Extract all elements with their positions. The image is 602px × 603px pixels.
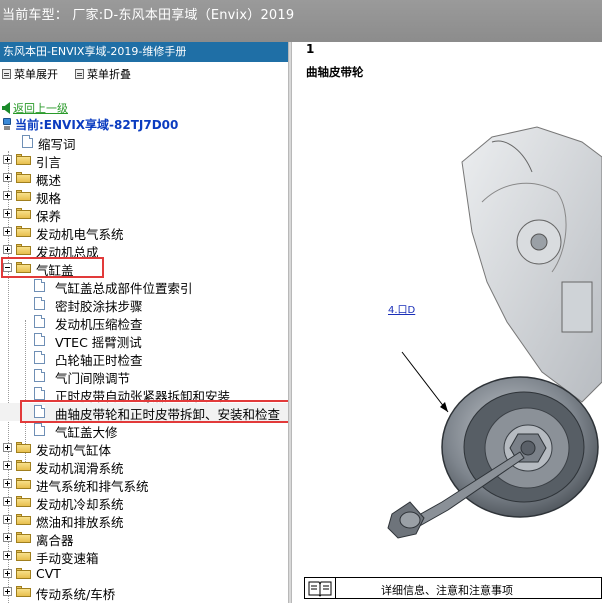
- expand-menu-button[interactable]: 菜单展开: [2, 66, 58, 82]
- folder-icon: [16, 586, 31, 597]
- highlight-box: [1, 257, 104, 278]
- highlight-box: [20, 400, 288, 423]
- document-icon: [34, 369, 45, 382]
- expand-menu-label: 菜单展开: [14, 68, 58, 81]
- document-icon: [34, 297, 45, 310]
- illustration-caption: 曲轴皮带轮: [306, 65, 364, 79]
- tree-item-label: CVT: [36, 566, 61, 581]
- folder-icon: [16, 172, 31, 183]
- collapse-menu-label: 菜单折叠: [87, 68, 131, 81]
- tree-item-cooling[interactable]: 发动机冷却系统: [0, 493, 288, 512]
- current-node-label: 当前:ENVIX享域-82TJ7D00: [15, 118, 179, 132]
- folder-icon: [16, 496, 31, 507]
- back-link[interactable]: 返回上一级: [2, 100, 68, 116]
- expand-toggle[interactable]: [3, 515, 12, 524]
- expand-toggle[interactable]: [3, 569, 12, 578]
- computer-icon: [2, 118, 12, 131]
- folder-icon: [16, 514, 31, 525]
- expand-toggle[interactable]: [3, 551, 12, 560]
- document-icon: [34, 279, 45, 292]
- expand-toggle[interactable]: [3, 461, 12, 470]
- expand-toggle[interactable]: [3, 227, 12, 236]
- document-icon: [34, 387, 45, 400]
- menu-icon: [75, 69, 84, 79]
- document-icon: [34, 333, 45, 346]
- expand-toggle[interactable]: [3, 245, 12, 254]
- tree-item-driveline[interactable]: 传动系统/车桥: [0, 583, 288, 602]
- expand-toggle[interactable]: [3, 191, 12, 200]
- folder-icon: [16, 154, 31, 165]
- content-pane: 1 曲轴皮带轮 4.口D 详细信息、注意和注意事项: [292, 42, 602, 603]
- tree-item-intake-exhaust[interactable]: 进气系统和排气系统: [0, 475, 288, 494]
- document-icon: [22, 135, 33, 148]
- folder-icon: [16, 478, 31, 489]
- expand-toggle[interactable]: [3, 443, 12, 452]
- tree-item-overview[interactable]: 概述: [0, 169, 288, 188]
- tree-item-cylinder-head-component-index[interactable]: 气缸盖总成部件位置索引: [0, 277, 288, 296]
- tree-item-camshaft-timing[interactable]: 凸轮轴正时检查: [0, 349, 288, 368]
- tree-item-cvt[interactable]: CVT: [0, 565, 288, 583]
- folder-icon: [16, 190, 31, 201]
- expand-toggle[interactable]: [3, 587, 12, 596]
- tree-item-vtec-rocker-test[interactable]: VTEC 摇臂测试: [0, 331, 288, 350]
- tree-item-manual-transmission[interactable]: 手动变速箱: [0, 547, 288, 566]
- document-icon: [34, 423, 45, 436]
- callout-link[interactable]: 4.口D: [388, 301, 415, 316]
- expand-toggle[interactable]: [3, 173, 12, 182]
- tree-item-clutch[interactable]: 离合器: [0, 529, 288, 548]
- book-icon-graphic: [308, 581, 332, 597]
- title-bar: 当前车型： 厂家:D-东风本田享域（Envix）2019: [0, 0, 602, 42]
- vehicle-title: 当前车型： 厂家:D-东风本田享域（Envix）2019: [2, 8, 295, 23]
- tree-item-abbreviations[interactable]: 缩写词: [0, 133, 288, 152]
- expand-toggle[interactable]: [3, 497, 12, 506]
- folder-icon: [16, 244, 31, 255]
- tree-item-lubrication[interactable]: 发动机润滑系统: [0, 457, 288, 476]
- tree-item-compression-check[interactable]: 发动机压缩检查: [0, 313, 288, 332]
- tree-item-cylinder-head-overhaul[interactable]: 气缸盖大修: [0, 421, 288, 440]
- tree-item-sealant-procedure[interactable]: 密封胶涂抹步骤: [0, 295, 288, 314]
- book-icon: [305, 578, 336, 598]
- menu-icon: [2, 69, 11, 79]
- tree-item-engine-block[interactable]: 发动机气缸体: [0, 439, 288, 458]
- expand-toggle[interactable]: [3, 479, 12, 488]
- folder-icon: [16, 568, 31, 579]
- manual-header: 东风本田-ENVIX享域-2019-维修手册: [0, 42, 288, 62]
- folder-icon: [16, 226, 31, 237]
- collapse-menu-button[interactable]: 菜单折叠: [75, 66, 131, 82]
- tree-item-valve-clearance[interactable]: 气门间隙调节: [0, 367, 288, 386]
- document-icon: [34, 315, 45, 328]
- expand-toggle[interactable]: [3, 155, 12, 164]
- tree-item-specifications[interactable]: 规格: [0, 187, 288, 206]
- back-link-label: 返回上一级: [13, 102, 68, 115]
- tree-item-label: 传动系统/车桥: [36, 587, 116, 602]
- tree-item-introduction[interactable]: 引言: [0, 151, 288, 170]
- step-number: 1: [306, 42, 315, 56]
- folder-icon: [16, 442, 31, 453]
- tree-item-fuel-emissions[interactable]: 燃油和排放系统: [0, 511, 288, 530]
- tree-item-maintenance[interactable]: 保养: [0, 205, 288, 224]
- notes-label: 详细信息、注意和注意事项: [381, 584, 513, 597]
- notes-bar[interactable]: 详细信息、注意和注意事项: [304, 577, 602, 599]
- expand-toggle[interactable]: [3, 209, 12, 218]
- tree-item-engine-electrical[interactable]: 发动机电气系统: [0, 223, 288, 242]
- folder-icon: [16, 550, 31, 561]
- navigation-pane: 东风本田-ENVIX享域-2019-维修手册 菜单展开 菜单折叠 返回上一级 当…: [0, 42, 288, 603]
- document-icon: [34, 351, 45, 364]
- expand-toggle[interactable]: [3, 533, 12, 542]
- back-arrow-icon: [2, 102, 10, 114]
- current-node: 当前:ENVIX享域-82TJ7D00: [2, 116, 178, 133]
- engine-illustration: [387, 126, 602, 539]
- folder-icon: [16, 460, 31, 471]
- folder-icon: [16, 208, 31, 219]
- folder-icon: [16, 532, 31, 543]
